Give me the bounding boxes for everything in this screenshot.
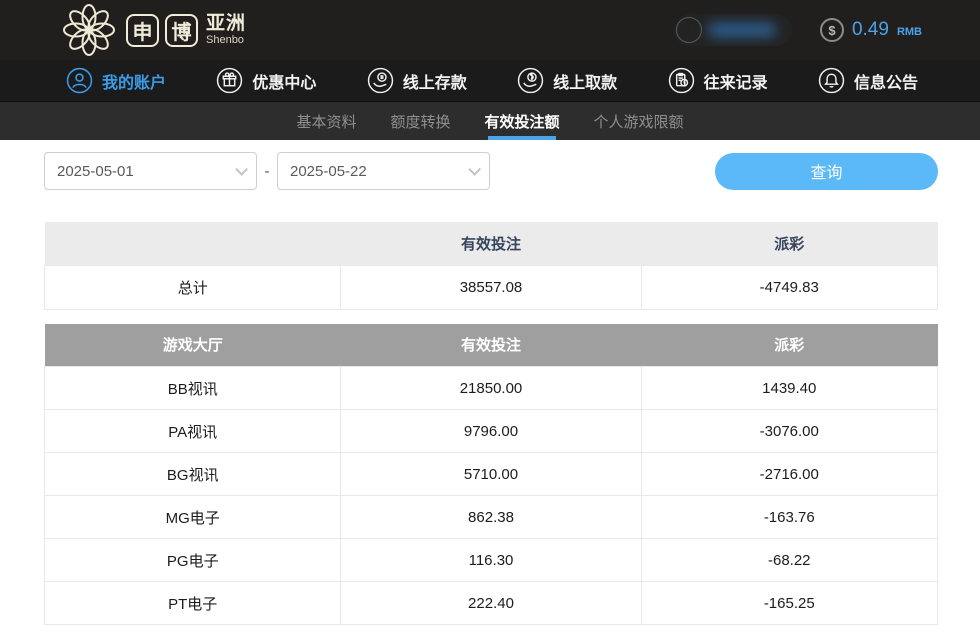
logo-region-label: 亚洲 [206, 14, 246, 33]
table-row: BG视讯 5710.00 -2716.00 [45, 453, 938, 496]
column-header [45, 222, 341, 265]
logo-char-shen: 申 [126, 14, 159, 47]
withdraw-icon [517, 67, 544, 94]
column-header: 派彩 [641, 222, 937, 265]
main-nav: 我的账户 优惠中心 线上存款 线上取款 [0, 60, 980, 102]
flower-logo-icon [62, 3, 116, 57]
gift-icon [216, 67, 243, 94]
summary-table: 有效投注 派彩 总计 38557.08 -4749.83 [44, 222, 938, 310]
column-header: 派彩 [641, 324, 937, 367]
query-button[interactable]: 查询 [715, 153, 938, 190]
account-subnav: 基本资料 额度转换 有效投注额 个人游戏限额 [0, 102, 980, 140]
table-row: MG电子 862.38 -163.76 [45, 496, 938, 539]
table-cell: 222.40 [341, 582, 641, 625]
date-to-select[interactable]: 2025-05-22 [277, 152, 490, 190]
table-cell: PT电子 [45, 582, 341, 625]
brand-logo[interactable]: 申 博 亚洲 Shenbo [62, 3, 246, 57]
table-row: 总计 38557.08 -4749.83 [45, 265, 938, 309]
detail-header-row: 游戏大厅 有效投注 派彩 [45, 324, 938, 367]
nav-label: 信息公告 [854, 69, 918, 93]
table-cell: -163.76 [641, 496, 937, 539]
table-cell: BG视讯 [45, 453, 341, 496]
table-row: PA视讯 9796.00 -3076.00 [45, 410, 938, 453]
nav-label: 我的账户 [102, 69, 166, 93]
nav-label: 优惠中心 [252, 69, 316, 93]
date-from-value: 2025-05-01 [57, 163, 134, 180]
nav-item-my-account[interactable]: 我的账户 [66, 67, 166, 94]
table-cell: 21850.00 [341, 367, 641, 410]
logo-char-bo: 博 [165, 14, 198, 47]
nav-item-withdraw[interactable]: 线上取款 [517, 67, 617, 94]
nav-item-announcements[interactable]: 信息公告 [818, 67, 918, 94]
table-cell: MG电子 [45, 496, 341, 539]
subtab-label: 有效投注额 [485, 111, 560, 132]
balance-currency: RMB [897, 26, 922, 38]
username-blurred[interactable] [674, 14, 792, 46]
column-header: 有效投注 [341, 222, 641, 265]
subtab-label: 个人游戏限额 [594, 111, 684, 132]
table-cell: PG电子 [45, 539, 341, 582]
subtab-label: 额度转换 [390, 111, 450, 132]
table-cell: 38557.08 [341, 265, 641, 309]
nav-item-promotions[interactable]: 优惠中心 [216, 67, 316, 94]
tab-valid-bets[interactable]: 有效投注额 [485, 102, 560, 140]
table-cell: 1439.40 [641, 367, 937, 410]
table-row: PG电子 116.30 -68.22 [45, 539, 938, 582]
date-to-value: 2025-05-22 [290, 163, 367, 180]
dollar-icon: $ [820, 18, 844, 42]
active-tab-underline [488, 136, 556, 140]
records-icon [668, 67, 695, 94]
main-content: 2025-05-01 - 2025-05-22 查询 有效投注 派彩 总计 38… [0, 140, 980, 625]
summary-header-row: 有效投注 派彩 [45, 222, 938, 265]
date-from-select[interactable]: 2025-05-01 [44, 152, 257, 190]
detail-table: 游戏大厅 有效投注 派彩 BB视讯 21850.00 1439.40 PA视讯 … [44, 324, 938, 626]
user-icon [66, 67, 93, 94]
chevron-down-icon [235, 163, 248, 176]
chevron-down-icon [468, 163, 481, 176]
tab-basic-info[interactable]: 基本资料 [296, 102, 356, 140]
tab-credit-transfer[interactable]: 额度转换 [390, 102, 450, 140]
nav-label: 线上取款 [553, 69, 617, 93]
deposit-icon [367, 67, 394, 94]
table-cell: 862.38 [341, 496, 641, 539]
table-cell: -68.22 [641, 539, 937, 582]
top-header: 申 博 亚洲 Shenbo $ 0.49 RMB [0, 0, 980, 60]
date-range-separator: - [257, 163, 277, 180]
balance-amount: 0.49 [852, 19, 889, 41]
logo-subtitle: Shenbo [206, 35, 246, 46]
table-cell: PA视讯 [45, 410, 341, 453]
table-cell: 9796.00 [341, 410, 641, 453]
table-cell: -3076.00 [641, 410, 937, 453]
tab-personal-game-limits[interactable]: 个人游戏限额 [594, 102, 684, 140]
table-row: BB视讯 21850.00 1439.40 [45, 367, 938, 410]
nav-item-deposit[interactable]: 线上存款 [367, 67, 467, 94]
column-header: 游戏大厅 [45, 324, 341, 367]
table-row: PT电子 222.40 -165.25 [45, 582, 938, 625]
nav-label: 线上存款 [403, 69, 467, 93]
column-header: 有效投注 [341, 324, 641, 367]
table-cell: BB视讯 [45, 367, 341, 410]
table-cell: -2716.00 [641, 453, 937, 496]
table-cell: 5710.00 [341, 453, 641, 496]
nav-label: 往来记录 [704, 69, 768, 93]
subtab-label: 基本资料 [296, 111, 356, 132]
balance-display: $ 0.49 RMB [820, 18, 922, 42]
table-cell: -165.25 [641, 582, 937, 625]
bell-icon [818, 67, 845, 94]
date-filter-row: 2025-05-01 - 2025-05-22 查询 [44, 152, 938, 190]
table-cell: 总计 [45, 265, 341, 309]
blurred-username-text [708, 23, 776, 37]
table-cell: -4749.83 [641, 265, 937, 309]
nav-item-records[interactable]: 往来记录 [668, 67, 768, 94]
table-cell: 116.30 [341, 539, 641, 582]
avatar-icon [676, 17, 702, 43]
